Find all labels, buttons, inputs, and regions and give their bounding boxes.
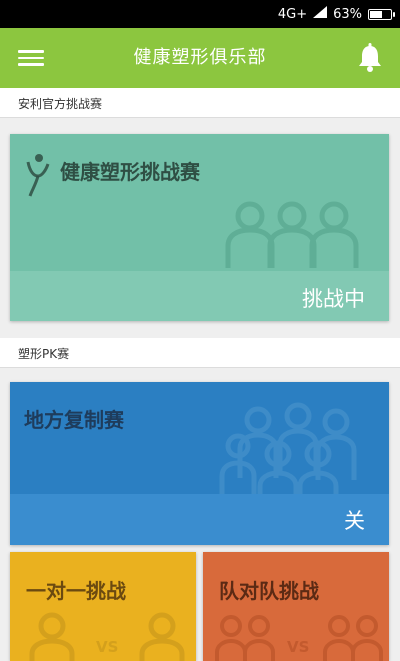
- official-card-footer: 挑战中: [10, 271, 389, 321]
- status-indicators: 4G+ 63%: [277, 4, 395, 24]
- local-card-title: 地方复制赛: [24, 408, 124, 432]
- vs-label: VS: [287, 638, 310, 656]
- bell-icon[interactable]: [356, 42, 384, 74]
- one-vs-one-card[interactable]: 一对一挑战 VS: [10, 552, 196, 661]
- section-header-pk: 塑形PK赛: [0, 338, 400, 368]
- app-title: 健康塑形俱乐部: [133, 47, 267, 68]
- team-vs-team-icon: VS: [215, 612, 385, 661]
- team-vs-team-card[interactable]: 队对队挑战 VS: [203, 552, 389, 661]
- section-title: 塑形PK赛: [18, 347, 70, 361]
- official-card-title: 健康塑形挑战赛: [60, 160, 200, 184]
- app-bar: 健康塑形俱乐部: [0, 28, 400, 88]
- status-bar: 4G+ 63%: [0, 0, 400, 28]
- signal-icon: [313, 6, 328, 22]
- battery-text: 63%: [333, 6, 362, 22]
- hamburger-menu-icon[interactable]: [16, 46, 46, 70]
- one-vs-one-title: 一对一挑战: [26, 579, 126, 603]
- official-card-status: 挑战中: [302, 287, 365, 311]
- vs-label: VS: [96, 638, 119, 656]
- people-group-icon: [222, 196, 362, 272]
- battery-icon: [368, 8, 395, 20]
- network-indicator: 4G+: [277, 6, 308, 22]
- team-vs-team-title: 队对队挑战: [219, 579, 319, 603]
- section-header-official: 安利官方挑战赛: [0, 88, 400, 118]
- section-title: 安利官方挑战赛: [18, 97, 103, 111]
- local-copy-card[interactable]: 地方复制赛 关: [10, 382, 389, 545]
- battery-level: [370, 10, 382, 18]
- one-vs-one-icon: VS: [28, 610, 188, 661]
- local-card-status: 关: [344, 509, 365, 533]
- running-figure-icon: [24, 152, 50, 202]
- local-card-footer: 关: [10, 494, 389, 545]
- official-challenge-card[interactable]: 健康塑形挑战赛 挑战中: [10, 134, 389, 321]
